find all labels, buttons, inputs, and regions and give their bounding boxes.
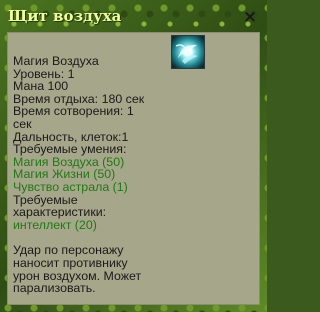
required-skill: Чувство астрала (1)	[13, 179, 128, 194]
spell-cast-time: Время сотворения: 1	[13, 104, 134, 119]
title-bar: Щит воздуха ×	[0, 0, 267, 30]
close-button[interactable]: ×	[240, 7, 260, 27]
spell-mana: Мана 100	[13, 79, 69, 94]
description-line: парализовать.	[13, 281, 96, 296]
spell-cast-time-unit: сек	[13, 116, 32, 131]
spell-info: Магия Воздуха Уровень: 1 Мана 100 Время …	[13, 55, 253, 295]
spell-school: Магия Воздуха	[13, 54, 99, 68]
window-frame: Щит воздуха × Магия Воздуха Уровень: 1 М…	[0, 0, 267, 312]
required-stats-label-cont: характеристики:	[13, 205, 107, 220]
spell-description: Удар по персонажу наносит противнику уро…	[13, 244, 253, 294]
window-title: Щит воздуха	[8, 7, 122, 25]
required-stat: интеллект (20)	[13, 217, 97, 232]
description-line: наносит противнику	[13, 255, 128, 270]
required-skills-label: Требуемые умения:	[13, 142, 127, 157]
